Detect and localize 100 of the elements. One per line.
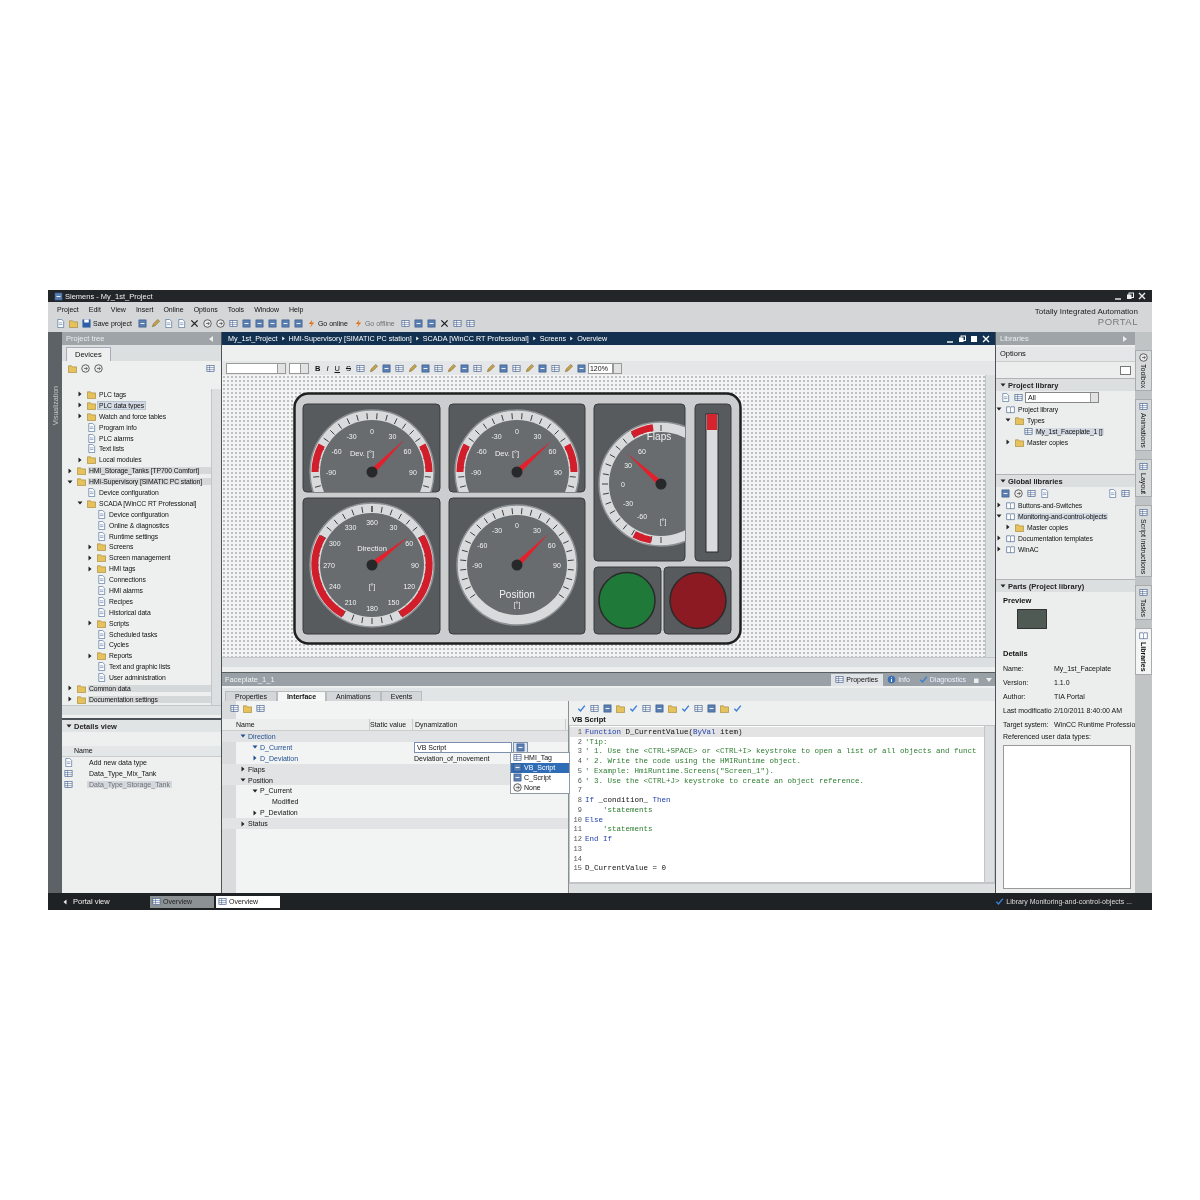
expand-arrow[interactable] xyxy=(77,413,83,420)
slider-track[interactable] xyxy=(705,413,719,553)
add-document-icon xyxy=(64,758,73,767)
slider-thumb[interactable] xyxy=(707,414,717,430)
script-tool-icon[interactable] xyxy=(694,703,703,713)
font-dropdown[interactable] xyxy=(226,362,286,374)
list-icon[interactable] xyxy=(1014,393,1023,402)
expand-arrow[interactable] xyxy=(67,696,73,703)
expand-arrow[interactable] xyxy=(1005,524,1011,531)
scrollbar[interactable] xyxy=(569,883,995,893)
expand-arrow[interactable] xyxy=(240,820,246,827)
expand-arrow[interactable] xyxy=(1005,439,1011,446)
script-tool-icon[interactable] xyxy=(577,703,586,713)
format-tool-icon[interactable] xyxy=(381,363,391,373)
expand-arrow[interactable] xyxy=(87,620,93,627)
zoom-dropdown-button[interactable] xyxy=(612,362,622,374)
expand-arrow[interactable] xyxy=(1005,417,1011,424)
format-tool-icon[interactable] xyxy=(511,363,521,373)
expand-arrow[interactable] xyxy=(996,513,1002,520)
format-tool-icon[interactable] xyxy=(394,363,404,373)
grid-icon xyxy=(1024,426,1033,436)
format-tool-icon[interactable] xyxy=(420,363,430,373)
restore-icon[interactable] xyxy=(958,334,966,343)
expand-arrow[interactable] xyxy=(252,744,258,751)
expand-arrow[interactable] xyxy=(87,652,93,659)
gauge-needle xyxy=(511,533,549,571)
forward-icon[interactable] xyxy=(94,363,103,373)
dynamization-dropdown-button[interactable] xyxy=(513,741,528,753)
format-tool-icon[interactable] xyxy=(407,363,417,373)
expand-arrow[interactable] xyxy=(77,456,83,463)
expand-arrow[interactable] xyxy=(1000,583,1006,589)
script-tool-icon[interactable] xyxy=(655,703,664,713)
expand-arrow[interactable] xyxy=(240,766,246,773)
expand-arrow[interactable] xyxy=(87,543,93,550)
scrollbar[interactable] xyxy=(222,657,995,667)
script-tool-icon[interactable] xyxy=(603,703,612,713)
restore-icon[interactable] xyxy=(1126,292,1134,300)
script-tool-icon[interactable] xyxy=(590,703,599,713)
format-tool-icon[interactable] xyxy=(576,363,586,373)
expand-arrow[interactable] xyxy=(252,755,258,762)
format-tool-icon[interactable] xyxy=(433,363,443,373)
list-icon[interactable] xyxy=(256,703,265,713)
expand-arrow[interactable] xyxy=(996,406,1002,413)
scrollbar[interactable] xyxy=(985,375,995,657)
expand-arrow[interactable] xyxy=(67,478,73,485)
document-icon xyxy=(97,575,106,585)
document-icon xyxy=(97,607,106,617)
expand-arrow[interactable] xyxy=(67,685,73,692)
scrollbar[interactable] xyxy=(211,389,221,705)
expand-arrow[interactable] xyxy=(77,500,83,507)
expand-arrow[interactable] xyxy=(996,535,1002,542)
check-icon xyxy=(918,675,928,684)
expand-arrow[interactable] xyxy=(240,777,246,783)
gauge-title: Position xyxy=(499,589,535,600)
expand-arrow[interactable] xyxy=(1000,478,1006,484)
scrollbar[interactable] xyxy=(62,705,221,715)
folder-icon xyxy=(1015,437,1024,447)
expand-arrow[interactable] xyxy=(252,787,258,794)
expand-arrow[interactable] xyxy=(67,467,73,474)
gauge-needle xyxy=(366,439,405,478)
expand-arrow[interactable] xyxy=(87,554,93,561)
maximize-icon[interactable] xyxy=(970,334,978,343)
format-tool-icon[interactable] xyxy=(550,363,560,373)
layout-toggle[interactable] xyxy=(1120,365,1131,375)
expand-arrow[interactable] xyxy=(996,546,1002,552)
expand-arrow[interactable] xyxy=(77,391,83,398)
script-tool-icon[interactable] xyxy=(642,703,651,713)
list-icon[interactable] xyxy=(1121,489,1130,498)
book-icon xyxy=(1006,511,1015,521)
expand-arrow[interactable] xyxy=(77,402,83,409)
format-tool-icon[interactable] xyxy=(472,363,482,373)
script-tool-icon[interactable] xyxy=(707,703,716,713)
expand-arrow[interactable] xyxy=(1000,382,1006,388)
format-tool-icon[interactable] xyxy=(498,363,508,373)
grid-icon xyxy=(1139,588,1148,598)
scrollbar[interactable] xyxy=(984,726,994,882)
back-icon[interactable] xyxy=(81,363,90,373)
font-size-dropdown[interactable] xyxy=(289,362,309,374)
document-icon xyxy=(87,422,96,432)
expand-arrow[interactable] xyxy=(252,809,258,816)
format-tool-icon[interactable] xyxy=(446,363,456,373)
format-tool-icon[interactable] xyxy=(563,363,573,373)
delete-icon[interactable] xyxy=(189,318,199,328)
expand-arrow[interactable] xyxy=(87,565,93,572)
format-tool-icon[interactable] xyxy=(368,363,378,373)
format-tool-icon[interactable] xyxy=(459,363,469,373)
refresh-icon[interactable] xyxy=(1014,489,1023,498)
format-tool-icon[interactable] xyxy=(355,363,365,373)
format-tool-icon[interactable] xyxy=(485,363,495,373)
format-tool-icon[interactable] xyxy=(537,363,547,373)
folder-icon xyxy=(97,651,106,661)
close-icon[interactable] xyxy=(439,318,449,328)
document-icon xyxy=(97,596,106,606)
format-tool-icon[interactable] xyxy=(524,363,534,373)
new-document-icon[interactable] xyxy=(56,318,65,328)
document-icon xyxy=(97,531,106,541)
table-icon[interactable] xyxy=(228,318,238,328)
expand-arrow[interactable] xyxy=(996,502,1002,509)
expand-arrow[interactable] xyxy=(66,723,72,729)
expand-arrow[interactable] xyxy=(240,733,246,740)
